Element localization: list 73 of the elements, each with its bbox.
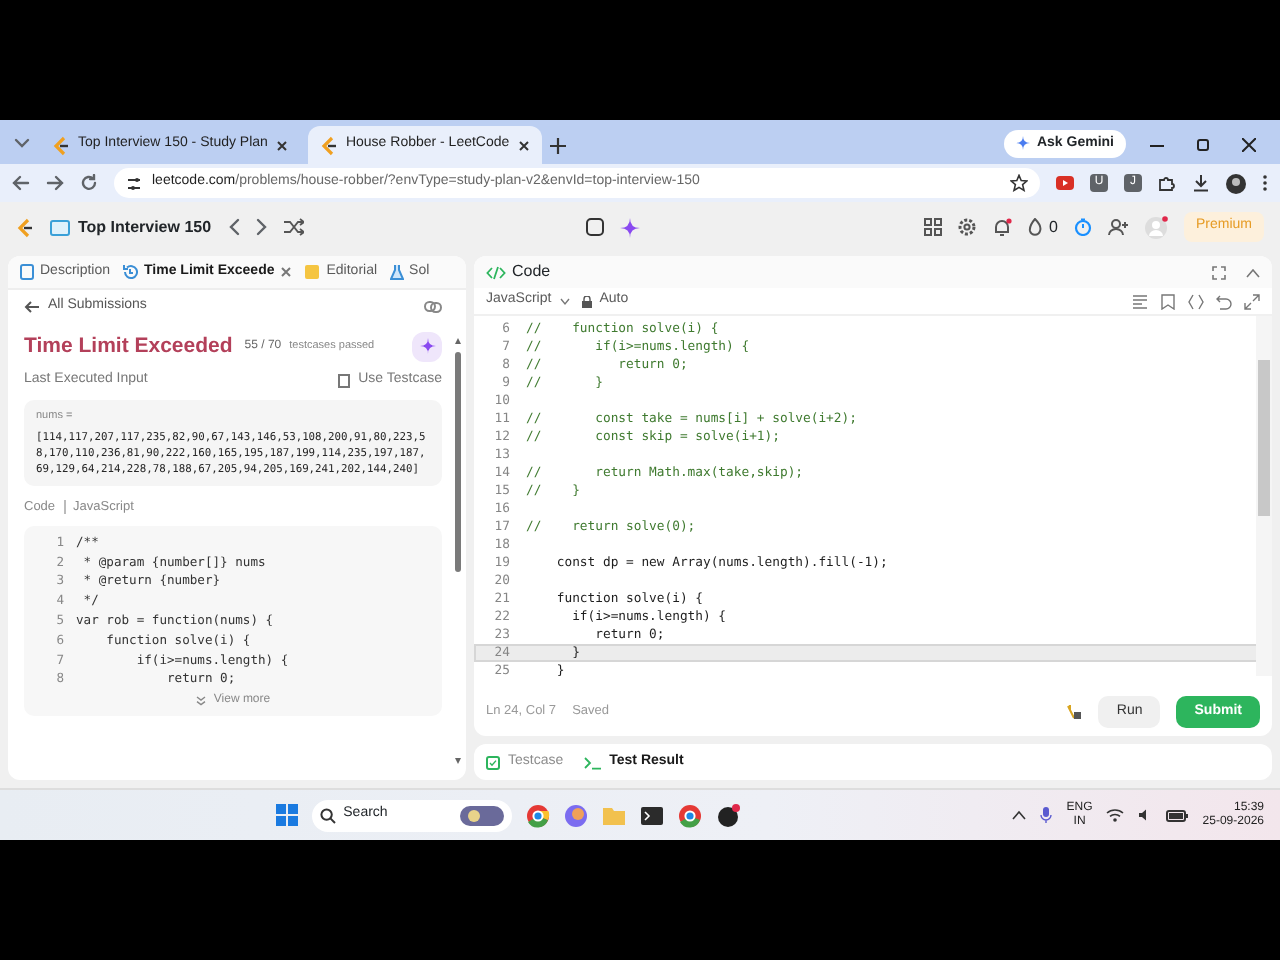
fullscreen-icon[interactable] — [1212, 265, 1226, 279]
reload-icon[interactable] — [80, 174, 98, 192]
editor-scrollbar[interactable] — [1256, 316, 1272, 676]
back-arrow-icon[interactable] — [24, 299, 40, 314]
close-icon[interactable] — [517, 139, 530, 151]
undo-icon[interactable] — [1216, 293, 1232, 309]
debug-icon[interactable] — [1066, 704, 1083, 720]
link-icon[interactable] — [424, 299, 442, 314]
close-icon[interactable] — [275, 139, 288, 151]
plus-icon[interactable] — [549, 138, 566, 154]
chrome-icon[interactable] — [525, 803, 550, 827]
shuffle-icon[interactable] — [283, 218, 304, 236]
profile-avatar-icon[interactable] — [1226, 173, 1246, 193]
notes-icon[interactable] — [586, 218, 605, 236]
battery-icon[interactable] — [1166, 809, 1189, 821]
grid-icon[interactable] — [923, 218, 942, 236]
editor-title: Code — [512, 260, 551, 284]
back-arrow-icon[interactable] — [12, 174, 30, 192]
history-icon — [122, 264, 139, 280]
braces-icon[interactable] — [1188, 293, 1204, 309]
leetcode-logo-icon[interactable] — [52, 135, 70, 155]
streak-count: 0 — [1049, 215, 1058, 239]
chevron-down-icon — [559, 297, 570, 305]
bookmark-icon[interactable] — [1160, 293, 1176, 309]
video-extension-icon[interactable] — [1056, 174, 1074, 192]
verdict-title: Time Limit Exceeded — [24, 331, 233, 361]
copilot-icon[interactable] — [563, 803, 588, 827]
double-chevron-icon — [195, 696, 206, 707]
terminal-app-icon[interactable] — [639, 803, 664, 827]
sparkle-icon — [1016, 136, 1031, 151]
leetcode-logo-icon[interactable] — [319, 135, 338, 155]
search-highlight-picture — [459, 805, 504, 825]
wifi-icon[interactable] — [1106, 808, 1125, 822]
list-icon[interactable] — [50, 219, 70, 235]
sparkle-icon — [419, 338, 435, 355]
study-plan-title[interactable]: Top Interview 150 — [78, 215, 212, 239]
expand-icon[interactable] — [1244, 293, 1260, 309]
terminal-icon — [583, 755, 602, 769]
microphone-icon[interactable] — [1040, 806, 1053, 824]
clipboard-icon — [338, 374, 351, 388]
collapse-chevron-icon[interactable] — [1246, 267, 1260, 277]
checkbox-icon — [486, 755, 500, 769]
chevron-up-icon[interactable] — [1012, 810, 1027, 820]
code-icon — [486, 265, 506, 279]
avatar-icon[interactable] — [1144, 215, 1168, 239]
star-icon[interactable] — [1010, 174, 1028, 192]
app-icon[interactable] — [715, 803, 740, 827]
chrome-icon[interactable] — [677, 803, 702, 827]
site-settings-icon[interactable] — [126, 175, 142, 191]
menu-icon[interactable] — [1262, 174, 1268, 192]
download-icon[interactable] — [1192, 174, 1210, 192]
ai-sparkle-icon[interactable] — [620, 217, 641, 237]
book-icon — [304, 264, 321, 280]
bell-icon[interactable] — [991, 217, 1012, 237]
puzzle-icon[interactable] — [1158, 174, 1176, 192]
ai-analyze-button[interactable] — [412, 331, 442, 362]
windows-logo-icon[interactable] — [275, 804, 298, 826]
forward-arrow-icon[interactable] — [46, 174, 64, 192]
lock-icon — [581, 295, 592, 307]
format-icon[interactable] — [1132, 293, 1148, 309]
add-user-icon[interactable] — [1108, 218, 1128, 236]
flask-icon — [389, 264, 404, 280]
search-icon — [319, 807, 336, 823]
gear-icon[interactable] — [957, 218, 976, 236]
flame-icon — [1027, 218, 1042, 236]
timer-icon[interactable] — [1074, 218, 1092, 236]
scrollbar[interactable] — [454, 336, 462, 766]
close-icon[interactable] — [1242, 138, 1256, 152]
document-icon — [20, 264, 34, 280]
chevron-left-icon[interactable] — [227, 218, 240, 236]
chevron-right-icon[interactable] — [255, 218, 268, 236]
leetcode-logo-icon[interactable] — [16, 217, 34, 237]
restore-icon[interactable] — [1196, 138, 1210, 152]
